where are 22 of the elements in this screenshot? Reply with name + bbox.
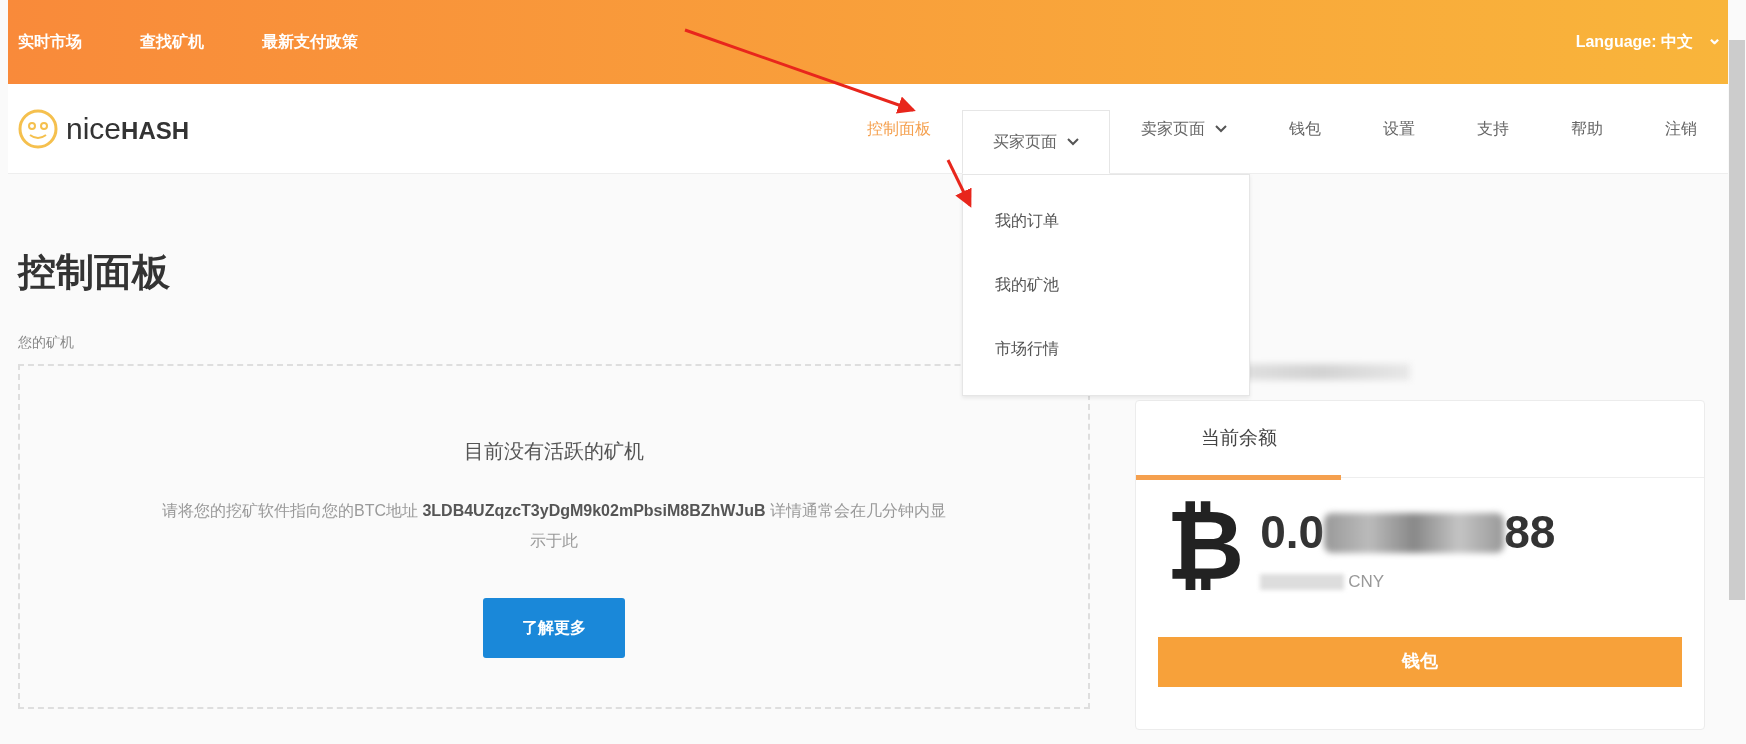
balance-amount: 88	[1504, 505, 1556, 560]
dropdown-item[interactable]: 我的矿池	[963, 253, 1249, 317]
dropdown-item[interactable]: 市场行情	[963, 317, 1249, 381]
section-label: 您的矿机	[18, 332, 74, 352]
empty-state-title: 目前没有活跃的矿机	[464, 438, 644, 464]
nav-item[interactable]: 注销	[1634, 84, 1728, 173]
bitcoin-symbol: ₿	[1166, 498, 1245, 595]
page-title: 控制面板	[18, 250, 170, 295]
caret-icon: ⌄	[1707, 29, 1722, 47]
learn-more-button[interactable]: 了解更多	[483, 597, 625, 658]
nav-item[interactable]: 钱包	[1258, 84, 1352, 173]
nav-item[interactable]: 设置	[1352, 84, 1446, 173]
empty-state-message: 请将您的挖矿软件指向您的BTC地址 3LDB4UZqzcT3yDgM9k02mPbsiM8BZhWJuB 详情通常会在几分钟内显示于此	[160, 500, 948, 551]
balance-tab[interactable]: 当前余额	[1136, 401, 1341, 480]
nav-item[interactable]: 卖家页面	[1110, 84, 1258, 173]
brand-name[interactable]: niceHASH	[66, 106, 190, 151]
nav-item[interactable]: 帮助	[1540, 84, 1634, 173]
nav-item[interactable]: 买家页面	[962, 110, 1110, 174]
balance-amount: 0.0	[1260, 505, 1325, 560]
dropdown-item[interactable]: 我的订单	[963, 189, 1249, 253]
nav-item[interactable]: 支持	[1446, 84, 1540, 173]
fiat-unit: CNY	[1348, 571, 1385, 593]
